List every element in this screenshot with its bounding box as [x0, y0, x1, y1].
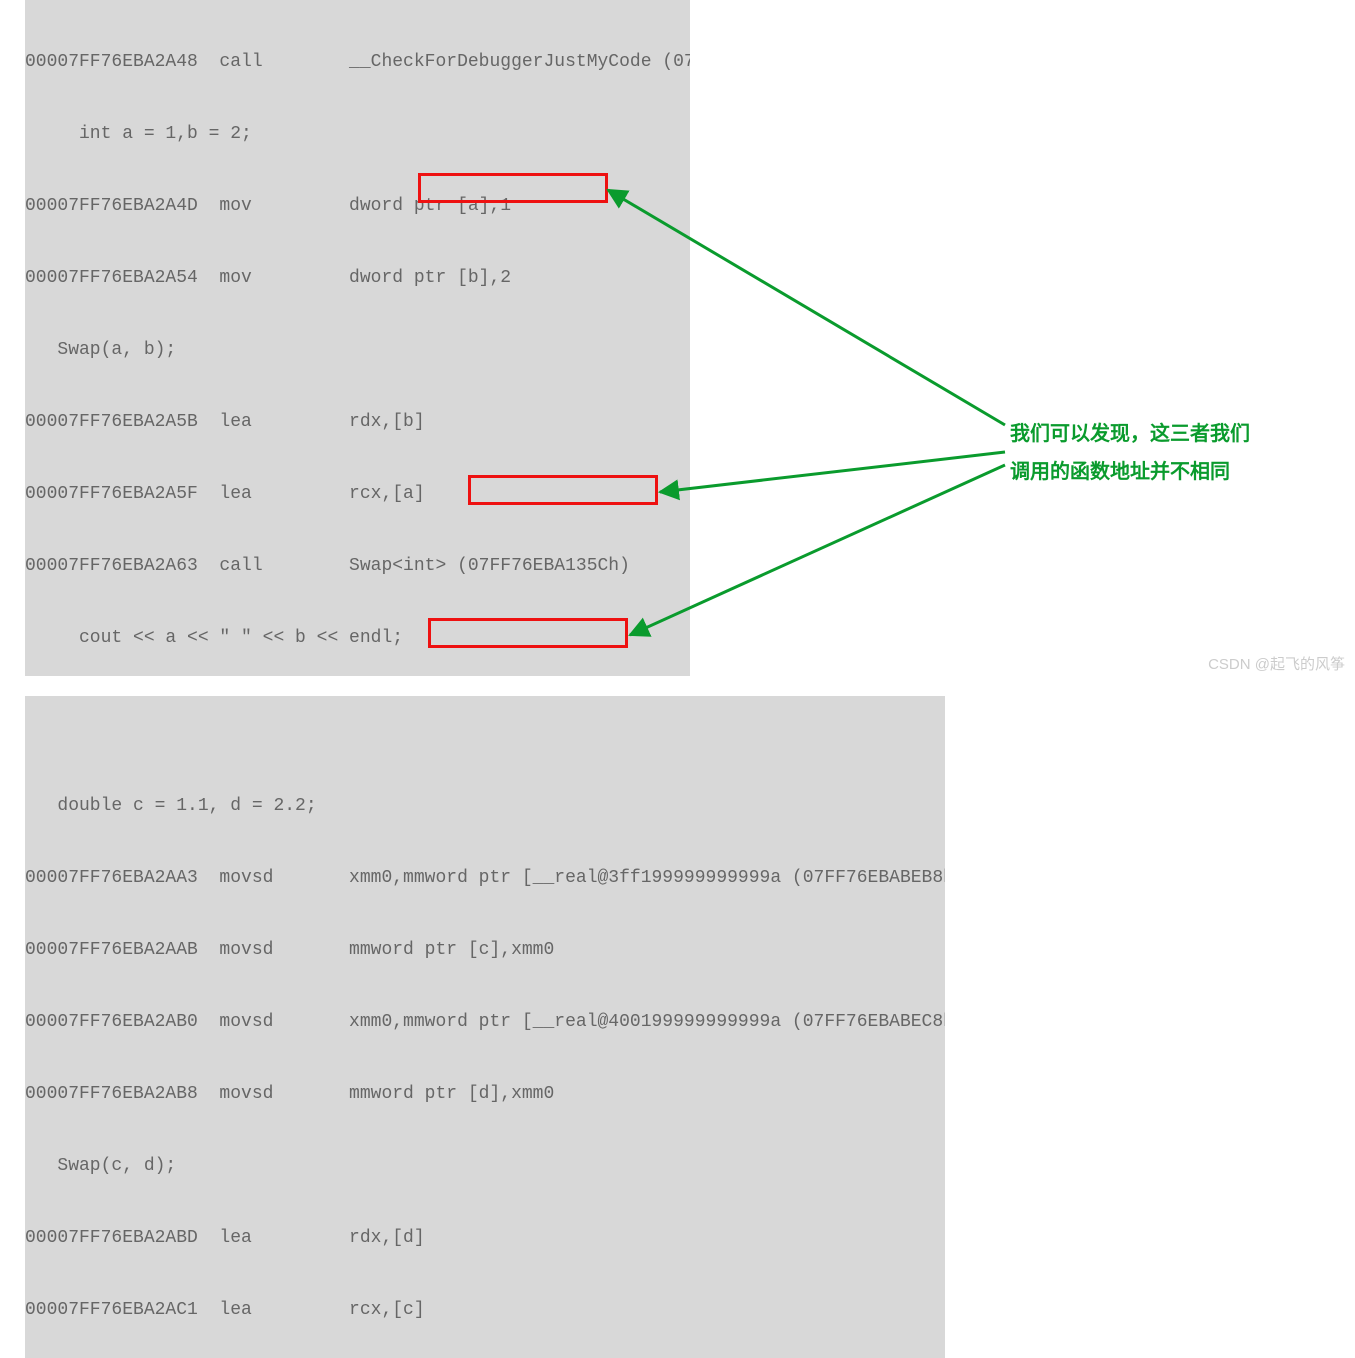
src-line: int a = 1,b = 2;	[25, 122, 690, 146]
asm-line: 00007FF76EBA2AC1 lea rcx,[c]	[25, 1298, 945, 1322]
src-line: Swap(a, b);	[25, 338, 690, 362]
annotation-line-2: 调用的函数地址并不相同	[1010, 453, 1310, 491]
asm-line: 00007FF76EBA2AAB movsd mmword ptr [c],xm…	[25, 938, 945, 962]
asm-panel-1: 00007FF76EBA2A48 call __CheckForDebugger…	[25, 0, 690, 676]
asm-panel-2: double c = 1.1, d = 2.2; 00007FF76EBA2AA…	[25, 696, 945, 1358]
asm-line: 00007FF76EBA2AB8 movsd mmword ptr [d],xm…	[25, 1082, 945, 1106]
annotation-text: 我们可以发现，这三者我们 调用的函数地址并不相同	[1010, 415, 1310, 491]
asm-line: 00007FF76EBA2AB0 movsd xmm0,mmword ptr […	[25, 1010, 945, 1034]
asm-line: 00007FF76EBA2AA3 movsd xmm0,mmword ptr […	[25, 866, 945, 890]
annotation-line-1: 我们可以发现，这三者我们	[1010, 415, 1310, 453]
asm-line: 00007FF76EBA2ABD lea rdx,[d]	[25, 1226, 945, 1250]
watermark: CSDN @起飞的风筝	[1208, 653, 1345, 677]
asm-line: 00007FF76EBA2A54 mov dword ptr [b],2	[25, 266, 690, 290]
asm-line: 00007FF76EBA2A63 call Swap<int> (07FF76E…	[25, 554, 690, 578]
asm-line: 00007FF76EBA2A5B lea rdx,[b]	[25, 410, 690, 434]
src-line: double c = 1.1, d = 2.2;	[25, 794, 945, 818]
src-line: Swap(c, d);	[25, 1154, 945, 1178]
src-line: cout << a << " " << b << endl;	[25, 626, 690, 650]
asm-line: 00007FF76EBA2A48 call __CheckForDebugger…	[25, 50, 690, 74]
asm-line: 00007FF76EBA2A5F lea rcx,[a]	[25, 482, 690, 506]
asm-line: 00007FF76EBA2A4D mov dword ptr [a],1	[25, 194, 690, 218]
